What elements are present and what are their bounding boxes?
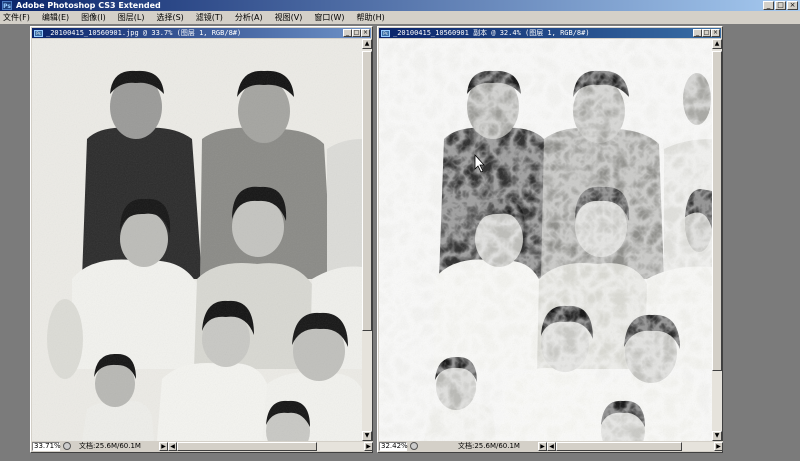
scroll-up-arrow-icon[interactable]: ▲ — [362, 39, 372, 49]
document-title-bar-right[interactable]: Ps _20100415_10560901 副本 @ 32.4% (图层 1, … — [379, 28, 721, 38]
scroll-left-arrow-icon[interactable]: ◀ — [168, 441, 177, 451]
horizontal-scrollbar-right[interactable] — [556, 441, 714, 451]
doc-minimize-button[interactable]: _ — [343, 29, 352, 37]
minimize-button[interactable]: _ — [763, 1, 774, 10]
menu-view[interactable]: 视图(V) — [269, 12, 309, 23]
menu-edit[interactable]: 编辑(E) — [36, 12, 75, 23]
h-scroll-thumb[interactable] — [556, 441, 683, 451]
menu-layer[interactable]: 图层(L) — [112, 12, 151, 23]
image-canvas-right[interactable] — [379, 39, 712, 441]
doc-close-button[interactable]: × — [711, 29, 720, 37]
menu-bar: 文件(F) 编辑(E) 图像(I) 图层(L) 选择(S) 滤镜(T) 分析(A… — [0, 11, 800, 24]
document-size-right: 文档:25.6M/60.1M — [458, 442, 520, 450]
h-scroll-thumb[interactable] — [177, 441, 318, 451]
horizontal-scrollbar-left[interactable] — [177, 441, 364, 451]
scroll-up-arrow-icon[interactable]: ▲ — [712, 39, 722, 49]
scroll-thumb[interactable] — [712, 51, 722, 371]
document-icon: Ps — [34, 29, 43, 37]
document-title-right: _20100415_10560901 副本 @ 32.4% (图层 1, RGB… — [393, 29, 590, 37]
family-photo-original — [32, 39, 362, 441]
scroll-right-arrow-icon[interactable]: ▶ — [714, 441, 723, 451]
document-controls-left: _ □ × — [343, 29, 370, 37]
status-menu-arrow-icon[interactable]: ▶ — [538, 441, 547, 451]
vertical-scrollbar-left[interactable]: ▲ ▼ — [362, 39, 372, 441]
document-window-right[interactable]: Ps _20100415_10560901 副本 @ 32.4% (图层 1, … — [377, 26, 723, 453]
status-info-icon[interactable] — [63, 442, 71, 450]
document-icon: Ps — [381, 29, 390, 37]
app-title: Adobe Photoshop CS3 Extended — [16, 1, 161, 10]
scroll-thumb[interactable] — [362, 51, 372, 331]
menu-image[interactable]: 图像(I) — [75, 12, 112, 23]
document-controls-right: _ □ × — [693, 29, 720, 37]
document-window-left[interactable]: Ps _20100415_10560901.jpg @ 33.7% (图层 1,… — [30, 26, 373, 453]
doc-close-button[interactable]: × — [361, 29, 370, 37]
vertical-scrollbar-right[interactable]: ▲ ▼ — [712, 39, 722, 441]
app-window-controls: _ □ × — [763, 1, 798, 10]
photoshop-logo-icon: Ps — [2, 1, 12, 10]
status-bar-left: 33.71% 文档:25.6M/60.1M ▶ ◀ ▶ — [32, 441, 373, 451]
zoom-field-left[interactable]: 33.71% — [32, 441, 61, 451]
menu-analysis[interactable]: 分析(A) — [229, 12, 269, 23]
scroll-left-arrow-icon[interactable]: ◀ — [547, 441, 556, 451]
status-menu-arrow-icon[interactable]: ▶ — [159, 441, 168, 451]
maximize-button[interactable]: □ — [775, 1, 786, 10]
zoom-field-right[interactable]: 32.42% — [379, 441, 408, 451]
family-photo-copy — [379, 39, 712, 441]
menu-select[interactable]: 选择(S) — [150, 12, 189, 23]
app-title-bar: Ps Adobe Photoshop CS3 Extended _ □ × — [0, 0, 800, 11]
menu-filter[interactable]: 滤镜(T) — [190, 12, 229, 23]
document-title-left: _20100415_10560901.jpg @ 33.7% (图层 1, RG… — [46, 29, 242, 37]
status-info-icon[interactable] — [410, 442, 418, 450]
doc-minimize-button[interactable]: _ — [693, 29, 702, 37]
scroll-right-arrow-icon[interactable]: ▶ — [364, 441, 373, 451]
document-title-bar-left[interactable]: Ps _20100415_10560901.jpg @ 33.7% (图层 1,… — [32, 28, 371, 38]
image-canvas-left[interactable] — [32, 39, 362, 441]
menu-window[interactable]: 窗口(W) — [308, 12, 350, 23]
close-button[interactable]: × — [787, 1, 798, 10]
document-size-left: 文档:25.6M/60.1M — [79, 442, 141, 450]
doc-maximize-button[interactable]: □ — [352, 29, 361, 37]
status-bar-right: 32.42% 文档:25.6M/60.1M ▶ ◀ ▶ — [379, 441, 723, 451]
scroll-down-arrow-icon[interactable]: ▼ — [712, 431, 722, 441]
menu-help[interactable]: 帮助(H) — [351, 12, 391, 23]
menu-file[interactable]: 文件(F) — [0, 12, 36, 23]
scroll-down-arrow-icon[interactable]: ▼ — [362, 431, 372, 441]
doc-maximize-button[interactable]: □ — [702, 29, 711, 37]
